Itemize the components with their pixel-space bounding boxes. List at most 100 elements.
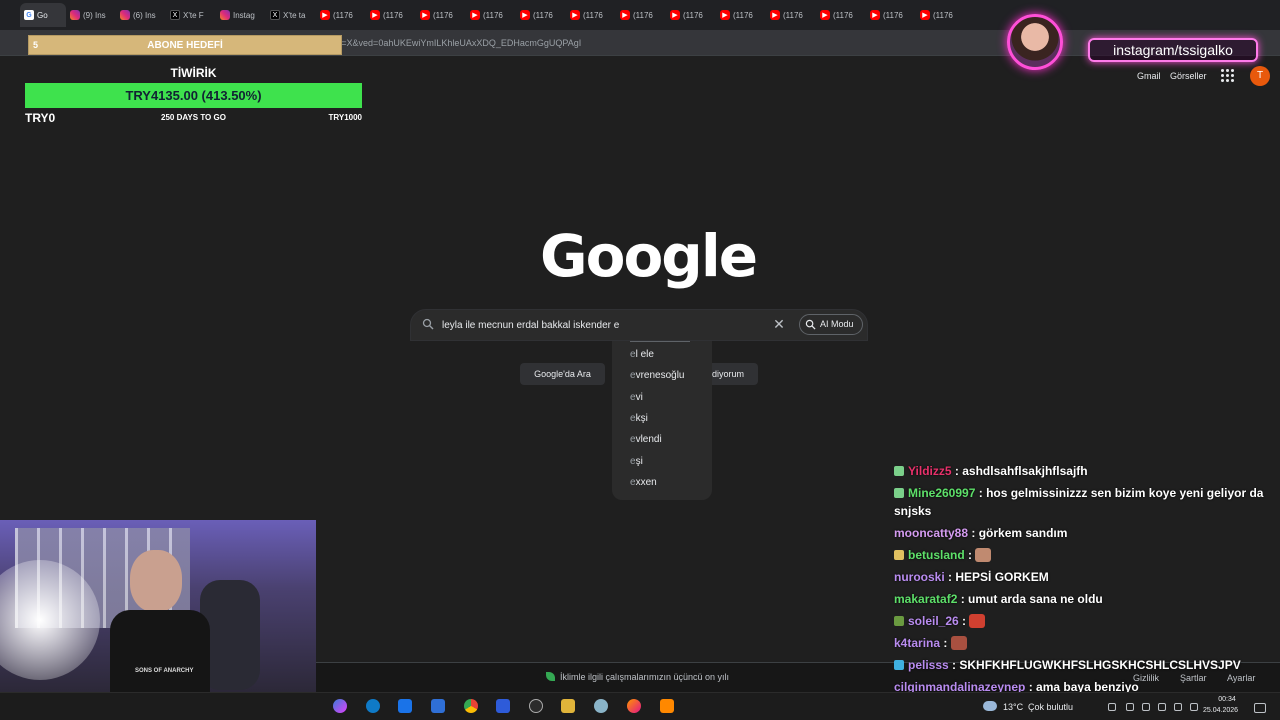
- volume-icon[interactable]: [1158, 703, 1166, 711]
- instagram-icon: [220, 10, 230, 20]
- browser-tab[interactable]: ▶ (1176: [466, 3, 516, 27]
- images-link[interactable]: Görseller: [1170, 71, 1207, 81]
- chat-username[interactable]: Mine260997: [908, 486, 975, 500]
- steam-icon[interactable]: [594, 699, 608, 713]
- tip-goal-amount: TRY4135.00 (413.50%): [125, 88, 262, 103]
- tray-icon[interactable]: [1108, 703, 1116, 711]
- suggestion-completion: kşi: [635, 412, 648, 424]
- leaf-icon: [546, 672, 555, 681]
- battery-icon[interactable]: [1174, 703, 1182, 711]
- suggestion-item[interactable]: ekşi: [630, 413, 648, 424]
- store-icon[interactable]: [398, 699, 412, 713]
- tab-label: (1176: [633, 10, 653, 20]
- obs-icon[interactable]: [529, 699, 543, 713]
- chat-username[interactable]: mooncatty88: [894, 526, 968, 540]
- google-icon: G: [24, 10, 34, 20]
- browser-tab[interactable]: (9) Ins: [66, 3, 116, 27]
- chat-separator: :: [958, 614, 970, 628]
- browser-tab[interactable]: X X'te ta: [266, 3, 316, 27]
- browser-tab[interactable]: G Go: [20, 3, 66, 27]
- browser-tab[interactable]: ▶ (1176: [716, 3, 766, 27]
- folder-icon[interactable]: [561, 699, 575, 713]
- edge-icon[interactable]: [366, 699, 380, 713]
- tab-label: (1176: [933, 10, 953, 20]
- vlc-icon[interactable]: [660, 699, 674, 713]
- app-icon[interactable]: [496, 699, 510, 713]
- google-logo: Google: [540, 222, 758, 290]
- weather-temperature[interactable]: 13°C: [1003, 702, 1023, 712]
- account-avatar[interactable]: T: [1250, 66, 1270, 86]
- suggestion-item[interactable]: eşi: [630, 456, 643, 467]
- chat-separator: :: [948, 658, 960, 672]
- suggestion-item[interactable]: evlendi: [630, 434, 662, 445]
- chat-username[interactable]: soleil_26: [908, 614, 959, 628]
- suggestion-item[interactable]: evrenesoğlu: [630, 370, 684, 381]
- browser-tab[interactable]: ▶ (1176: [666, 3, 716, 27]
- notification-icon[interactable]: [1254, 703, 1266, 713]
- ai-search-icon: [805, 319, 816, 330]
- chat-message: Yildizz5 : ashdlsahflsakjhflsajfh: [894, 462, 1276, 480]
- youtube-icon: ▶: [620, 10, 630, 20]
- tab-label: (1176: [883, 10, 903, 20]
- browser-tab[interactable]: X X'te F: [166, 3, 216, 27]
- browser-tab[interactable]: Instag: [216, 3, 266, 27]
- suggestion-item[interactable]: exxen: [630, 477, 657, 488]
- search-input[interactable]: [442, 317, 762, 333]
- weather-condition[interactable]: Çok bulutlu: [1028, 702, 1073, 712]
- browser-tab[interactable]: ▶ (1176: [316, 3, 366, 27]
- browser-tab[interactable]: ▶ (1176: [416, 3, 466, 27]
- browser-tab[interactable]: ▶ (1176: [366, 3, 416, 27]
- google-search-button[interactable]: Google'da Ara: [520, 363, 605, 385]
- browser-tab[interactable]: ▶ (1176: [566, 3, 616, 27]
- tray-icon[interactable]: [1126, 703, 1134, 711]
- chat-emote: [969, 614, 986, 628]
- browser-tab[interactable]: ▶ (1176: [816, 3, 866, 27]
- chat-username[interactable]: Yildizz5: [908, 464, 952, 478]
- suggestion-item[interactable]: evi: [630, 392, 643, 403]
- tip-goal-progress: TRY4135.00 (413.50%): [25, 83, 362, 108]
- browser-tab[interactable]: ▶ (1176: [766, 3, 816, 27]
- clock-date[interactable]: 25.04.2026: [1203, 707, 1238, 714]
- youtube-icon: ▶: [420, 10, 430, 20]
- suggestion-completion: vrenesoğlu: [635, 370, 685, 382]
- chat-username[interactable]: k4tarina: [894, 636, 940, 650]
- browser-tab[interactable]: (6) Ins: [116, 3, 166, 27]
- climate-notice-link[interactable]: İklimle ilgili çalışmalarımızın üçüncü o…: [560, 672, 729, 682]
- mail-icon[interactable]: [431, 699, 445, 713]
- network-icon[interactable]: [1142, 703, 1150, 711]
- chrome-icon[interactable]: [464, 699, 478, 713]
- webcam-feed: SONS OF ANARCHY: [0, 520, 316, 692]
- chat-separator: :: [968, 526, 979, 540]
- suggestion-completion: l ele: [635, 349, 654, 360]
- chat-username[interactable]: betusland: [908, 548, 965, 562]
- youtube-icon: ▶: [370, 10, 380, 20]
- browser-tab[interactable]: ▶ (1176: [516, 3, 566, 27]
- clock-time[interactable]: 00:34: [1212, 696, 1242, 703]
- chat-message: k4tarina :: [894, 634, 1276, 652]
- chat-username[interactable]: pelisss: [908, 658, 949, 672]
- suggestion-completion: xxen: [635, 476, 657, 488]
- chat-message: nurooski : HEPSİ GORKEM: [894, 568, 1276, 586]
- chat-message: Mine260997 : hos gelmissinizzz sen bizim…: [894, 484, 1276, 520]
- browser-tab[interactable]: ▶ (1176: [866, 3, 916, 27]
- copilot-icon[interactable]: [333, 699, 347, 713]
- youtube-icon: ▶: [870, 10, 880, 20]
- chat-username[interactable]: nurooski: [894, 570, 945, 584]
- youtube-icon: ▶: [470, 10, 480, 20]
- chat-username[interactable]: makarataf2: [894, 592, 957, 606]
- stream-chat: Yildizz5 : ashdlsahflsakjhflsajfh Mine260…: [894, 462, 1276, 700]
- ai-mode-button[interactable]: AI Modu: [799, 314, 863, 335]
- youtube-icon: ▶: [570, 10, 580, 20]
- apps-grid-icon[interactable]: [1221, 69, 1234, 82]
- suggestions-dropdown: el ele evrenesoğlu evi ekşi evlendi eşi exxen: [612, 341, 712, 500]
- suggestion-item[interactable]: el ele: [630, 349, 654, 360]
- gmail-link[interactable]: Gmail: [1137, 71, 1161, 81]
- chat-separator: :: [944, 570, 956, 584]
- browser-tab[interactable]: ▶ (1176: [916, 3, 966, 27]
- tab-label: Go: [37, 10, 48, 20]
- firefox-icon[interactable]: [627, 699, 641, 713]
- browser-tab[interactable]: ▶ (1176: [616, 3, 666, 27]
- keyboard-icon[interactable]: [1190, 703, 1198, 711]
- tab-label: (1176: [583, 10, 603, 20]
- clear-icon[interactable]: ✕: [772, 317, 786, 331]
